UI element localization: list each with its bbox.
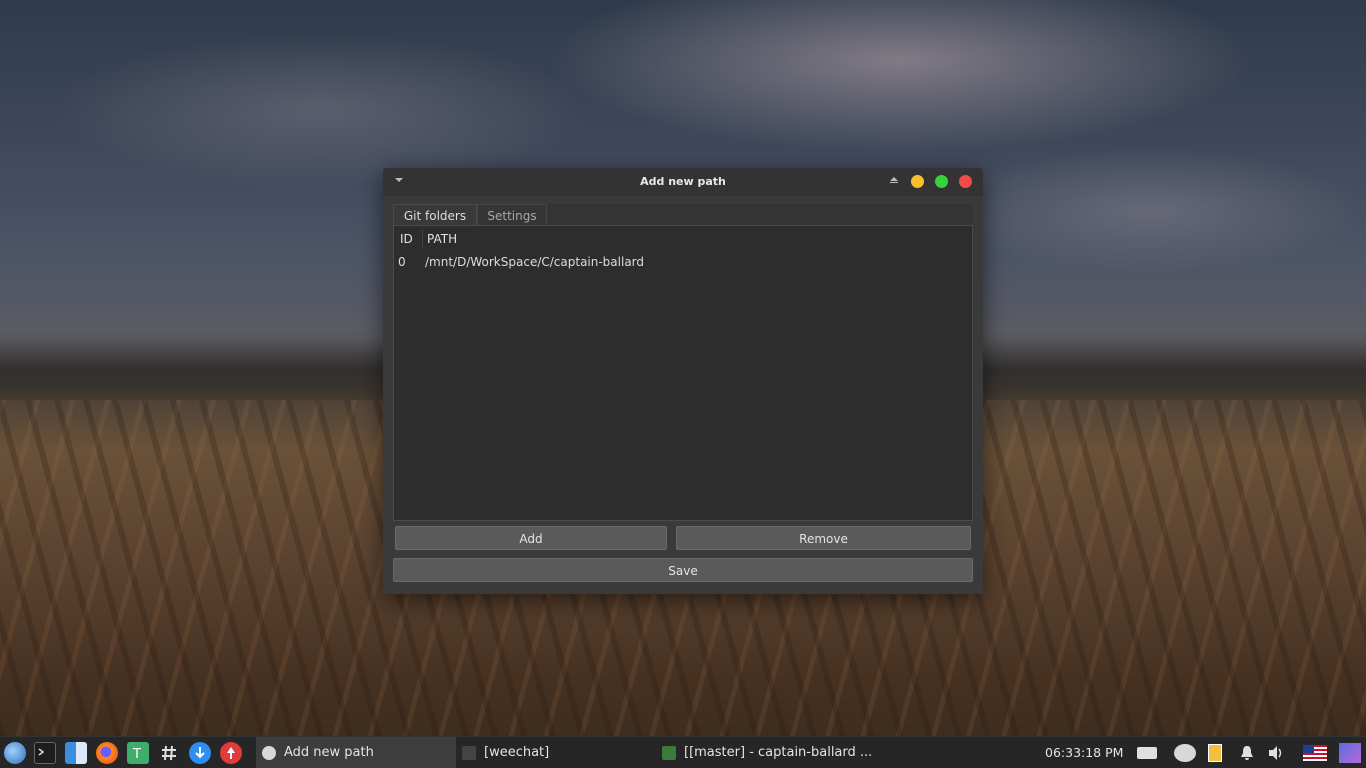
taskbar: T Add new path [weechat] [[master] - cap… (0, 736, 1366, 768)
task-add-new-path[interactable]: Add new path (256, 737, 456, 768)
eject-icon (890, 177, 898, 181)
add-new-path-window: Add new path Git folders Settings ID PAT… (383, 168, 983, 594)
table-row[interactable]: 0 /mnt/D/WorkSpace/C/captain-ballard (394, 253, 972, 271)
minimize-button[interactable] (911, 175, 924, 188)
clipboard-icon[interactable] (1208, 744, 1222, 762)
maximize-button[interactable] (935, 175, 948, 188)
tab-git-folders[interactable]: Git folders (393, 204, 477, 226)
network-icon[interactable] (1174, 744, 1196, 762)
clock[interactable]: 06:33:18 PM (1045, 737, 1123, 768)
volume-icon[interactable] (1268, 745, 1286, 761)
app-menu-icon[interactable] (4, 742, 26, 764)
column-header-id[interactable]: ID (400, 231, 413, 247)
task-label: [[master] - captain-ballard ... (684, 745, 873, 760)
task-weechat[interactable]: [weechat] (456, 737, 656, 768)
add-button[interactable]: Add (395, 526, 667, 550)
shade-button[interactable] (889, 176, 899, 186)
window-app-icon (262, 746, 276, 760)
window-titlebar[interactable]: Add new path (383, 168, 983, 196)
save-button[interactable]: Save (393, 558, 973, 582)
column-header-path[interactable]: PATH (427, 231, 457, 247)
column-separator (422, 230, 423, 248)
desktop-icon[interactable] (1339, 743, 1361, 763)
terminal-icon (462, 746, 476, 760)
text-editor-icon[interactable]: T (127, 742, 149, 764)
task-label: [weechat] (484, 745, 550, 760)
tab-settings[interactable]: Settings (477, 204, 547, 226)
download-manager-icon[interactable] (189, 742, 211, 764)
battery-icon[interactable] (1137, 747, 1157, 759)
task-label: Add new path (284, 745, 374, 760)
cell-path: /mnt/D/WorkSpace/C/captain-ballard (425, 255, 645, 269)
remove-button[interactable]: Remove (676, 526, 971, 550)
cell-id: 0 (398, 255, 406, 269)
notification-bell-icon[interactable] (1240, 745, 1254, 761)
update-icon[interactable] (220, 742, 242, 764)
firefox-icon[interactable] (96, 742, 118, 764)
us-flag-icon[interactable] (1303, 745, 1327, 761)
tab-bar: Git folders Settings (393, 204, 973, 226)
file-manager-icon[interactable] (65, 742, 87, 764)
task-editor[interactable]: [[master] - captain-ballard ... (656, 737, 872, 768)
folders-table[interactable]: ID PATH 0 /mnt/D/WorkSpace/C/captain-bal… (393, 225, 973, 521)
terminal-icon[interactable] (34, 742, 56, 764)
slack-icon[interactable] (158, 742, 180, 764)
svg-text:T: T (132, 747, 141, 762)
qt-creator-icon (662, 746, 676, 760)
close-button[interactable] (959, 175, 972, 188)
